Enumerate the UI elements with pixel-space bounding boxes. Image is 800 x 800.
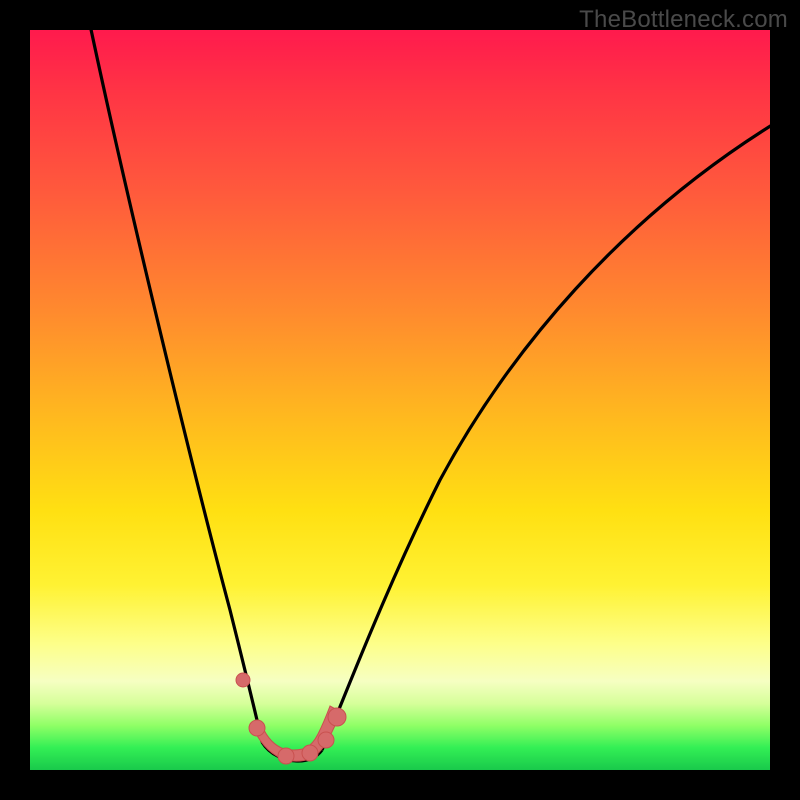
marker-dot (236, 673, 250, 687)
marker-cap (278, 748, 294, 764)
plot-area (30, 30, 770, 770)
marker-cap (328, 708, 346, 726)
marker-cap (249, 720, 265, 736)
marker-cap (302, 745, 318, 761)
chart-svg (30, 30, 770, 770)
marker-group (236, 673, 346, 764)
curve-right-branch (322, 125, 772, 750)
marker-cap (318, 732, 334, 748)
curve-left-branch (89, 20, 262, 742)
outer-frame: TheBottleneck.com (0, 0, 800, 800)
